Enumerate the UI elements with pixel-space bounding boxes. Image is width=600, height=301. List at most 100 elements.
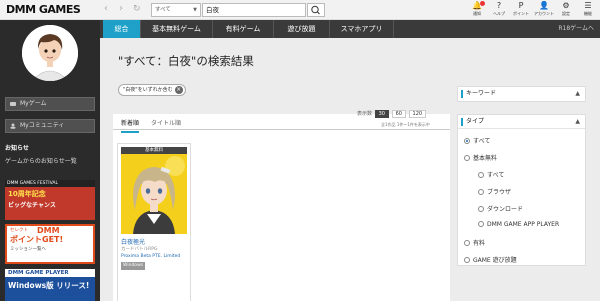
help-button[interactable]: ? ヘルプ [488,1,510,19]
game-player-banner-line2: Windows版 リリース! [8,281,90,290]
point-banner-line2: DMM [37,226,60,235]
tab-smartphone-apps[interactable]: スマホアプリ [330,20,394,38]
game-pad-icon [10,102,16,106]
search-button[interactable] [307,3,325,17]
my-game-button[interactable]: Myゲーム [5,97,95,111]
result-count: 全1作品 1件～1件を表示中 [381,122,430,127]
filter-option-label: すべて [487,172,505,179]
settings-label: 設定 [562,11,570,16]
filter-option-paid[interactable]: 有料 [464,238,485,247]
menu-icon: ☰ [584,1,592,10]
game-maker-link[interactable]: Proxima Beta PTE. Limited [121,254,180,259]
filter-option-app-player[interactable]: DMM GAME APP PLAYER [478,221,559,228]
sort-newest[interactable]: 新着順 [121,118,140,133]
point-banner-line4: ミッション一覧へ [10,247,46,252]
chevron-up-icon: ▲ [575,118,580,125]
avatar-illustration [22,25,78,81]
forward-arrow-icon[interactable]: › [119,4,123,14]
sidebar: Myゲーム Myコミュニティ お知らせ ゲームからのお知らせ一覧 DMM GAM… [0,20,100,301]
back-arrow-icon[interactable]: ‹ [104,4,108,14]
keyword-filter-header[interactable]: キーワード ▲ [458,87,585,101]
filter-option-label: 基本無料 [473,155,498,162]
settings-icon: ⚙ [562,1,570,10]
results-panel: 新着順 タイトル順 表示数 30 60 120 全1作品 1件～1件を表示中 基… [113,110,450,301]
type-filter-panel: タイプ ▲ すべて 基本無料 すべて ブラウザ ダウンロード DMM GAME … [457,114,586,266]
platform-badge: Windows [121,262,146,270]
search-category-value: すべて [155,7,171,13]
notification-button[interactable]: 🔔 通知 [466,1,488,19]
radio [464,240,470,246]
radio [464,257,470,263]
main-content: "すべて：白夜"の検索結果 "白夜"をいずれか含む × 新着順 タイトル順 表示… [100,38,600,301]
filter-option-free-all[interactable]: すべて [478,170,504,179]
game-player-banner[interactable]: DMM GAME PLAYER Windows版 リリース! [5,269,95,301]
radio [478,172,484,178]
game-character-art [121,154,187,234]
filter-option-unlimited[interactable]: GAME 遊び放題 [464,255,517,264]
menu-button[interactable]: ☰ 機能 [577,1,599,19]
festival-banner-line2: 10周年記念 [8,190,46,198]
point-button[interactable]: P ポイント [510,1,532,19]
point-label: ポイント [513,11,529,16]
filter-option-free[interactable]: 基本無料 [464,153,497,162]
game-genre: カードバトルRPG [121,247,158,252]
notice-link[interactable]: ゲームからのお知らせ一覧 [5,156,77,165]
tab-free-games[interactable]: 基本無料ゲーム [141,20,213,38]
filter-option-label: GAME 遊び放題 [473,257,517,264]
radio [478,206,484,212]
tab-all[interactable]: 総合 [103,20,141,38]
search-icon [311,5,320,15]
search-condition-chip: "白夜"をいずれか含む × [118,84,186,96]
tab-unlimited[interactable]: 遊び放題 [274,20,330,38]
festival-banner-line1: DMM GAMES FESTIVAL [5,180,95,187]
help-icon: ? [496,1,502,10]
filter-option-browser[interactable]: ブラウザ [478,187,511,196]
search-input[interactable]: 白夜 [202,3,306,17]
per-page-30[interactable]: 30 [374,110,389,118]
settings-button[interactable]: ⚙ 設定 [555,1,577,19]
my-game-label: Myゲーム [20,100,47,107]
game-card[interactable]: 基本無料 白夜極光 カードバトルRPG Proxima Beta PTE. Li… [117,143,191,301]
filter-option-all[interactable]: すべて [464,136,490,145]
game-title-link[interactable]: 白夜極光 [121,237,145,246]
festival-banner[interactable]: DMM GAMES FESTIVAL 10周年記念 ビッグなチャンス [5,180,95,220]
dmm-games-logo[interactable]: DMM GAMES [6,3,81,16]
reload-icon[interactable]: ↻ [133,4,141,14]
game-thumbnail[interactable] [121,154,187,234]
account-label: アカウント [534,11,554,16]
filter-option-label: 有料 [473,240,486,247]
point-get-banner[interactable]: セレクト DMM ポイントGET! ミッション一覧へ [5,224,95,264]
filter-option-label: すべて [473,138,491,145]
account-button[interactable]: 👤 アカウント [533,1,555,19]
filter-option-download[interactable]: ダウンロード [478,204,523,213]
radio [464,155,470,161]
type-filter-header[interactable]: タイプ ▲ [458,115,585,129]
per-page-selector: 表示数 30 60 120 [357,110,427,118]
my-community-button[interactable]: Myコミュニティ [5,119,95,133]
chevron-up-icon: ▲ [575,90,580,97]
top-bar: DMM GAMES ‹ › ↻ すべて ▼ 白夜 🔔 通知 ? ヘルプ P ポイ… [0,0,600,20]
filter-option-label: ブラウザ [487,189,512,196]
tab-paid-games[interactable]: 有料ゲーム [213,20,274,38]
radio [478,221,484,227]
notification-label: 通知 [473,11,481,16]
per-page-120[interactable]: 120 [408,110,427,118]
menu-label: 機能 [584,11,592,16]
help-label: ヘルプ [493,11,505,16]
sort-title[interactable]: タイトル順 [151,118,181,127]
page-title: "すべて：白夜"の検索結果 [118,54,254,68]
notice-heading: お知らせ [5,145,29,152]
search-category-select[interactable]: すべて ▼ [151,3,201,17]
radio-checked [464,138,470,144]
point-icon: P [518,1,524,10]
account-icon: 👤 [539,1,549,10]
notification-badge [480,1,485,6]
sort-tabs: 新着順 タイトル順 表示数 30 60 120 全1作品 1件～1件を表示中 [113,110,450,133]
avatar[interactable] [22,25,78,81]
community-icon [10,123,16,129]
per-page-60[interactable]: 60 [391,110,406,118]
r18-link[interactable]: R18ゲームへ [558,20,594,38]
close-icon[interactable]: × [174,86,183,94]
my-community-label: Myコミュニティ [20,122,65,129]
point-banner-line3: ポイントGET! [10,235,64,244]
